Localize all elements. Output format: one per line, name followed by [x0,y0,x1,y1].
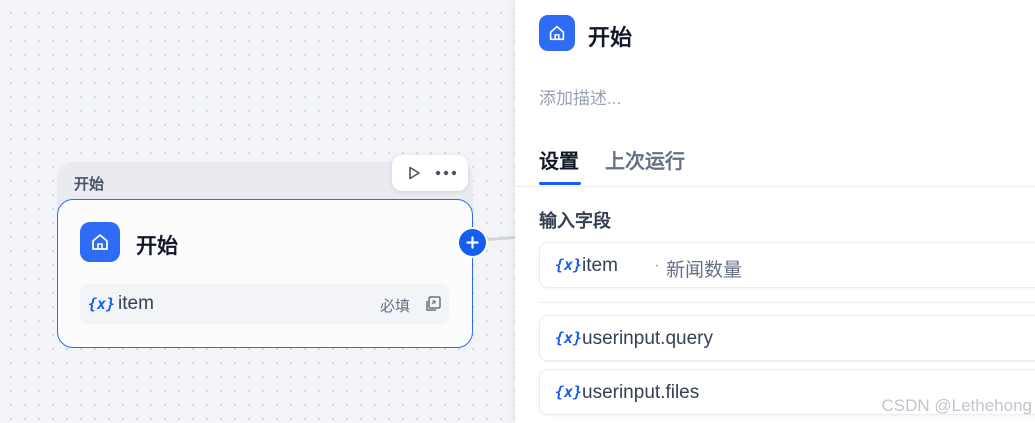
fields-divider [539,302,1035,303]
copy-icon[interactable] [424,295,442,318]
variable-icon: {x} [555,256,583,274]
plus-icon [466,236,479,249]
tab-last-run[interactable]: 上次运行 [605,145,685,174]
node-settings-panel: 开始 添加描述... 设置 上次运行 输入字段 {x} item · 新闻数量 … [515,0,1035,423]
home-icon [539,15,575,51]
tab-divider [515,186,1035,187]
variable-icon: {x} [555,329,583,347]
node-toolbar [392,155,468,191]
connection-edge [486,235,518,241]
input-field-item[interactable]: {x} item · 新闻数量 [539,242,1035,288]
watermark: CSDN @Lethehong [881,396,1032,415]
node-title: 开始 [136,235,178,258]
field-description: 新闻数量 [666,260,743,281]
field-separator: · [654,255,660,274]
field-name: item [582,255,618,276]
run-node-button[interactable] [401,160,427,186]
home-icon [80,222,120,262]
play-icon [409,166,420,180]
node-variable-row[interactable]: {x} item 必填 [80,284,449,324]
field-name: userinput.query [582,328,713,349]
input-field-userinput-query[interactable]: {x} userinput.query [539,315,1035,361]
node-group-title: 开始 [74,176,105,193]
more-icon [435,170,457,176]
active-tab-indicator [539,182,581,185]
add-next-node-button[interactable] [459,229,486,256]
more-options-button[interactable] [433,160,459,186]
panel-title[interactable]: 开始 [588,20,632,52]
tab-settings[interactable]: 设置 [539,145,579,174]
field-name: userinput.files [582,382,700,403]
description-input[interactable]: 添加描述... [539,84,621,109]
input-fields-title: 输入字段 [539,211,611,231]
variable-icon: {x} [88,295,116,313]
required-label: 必填 [380,298,411,315]
start-node-card[interactable]: 开始 {x} item 必填 [57,199,473,348]
variable-name: item [118,293,154,314]
variable-icon: {x} [555,383,583,401]
